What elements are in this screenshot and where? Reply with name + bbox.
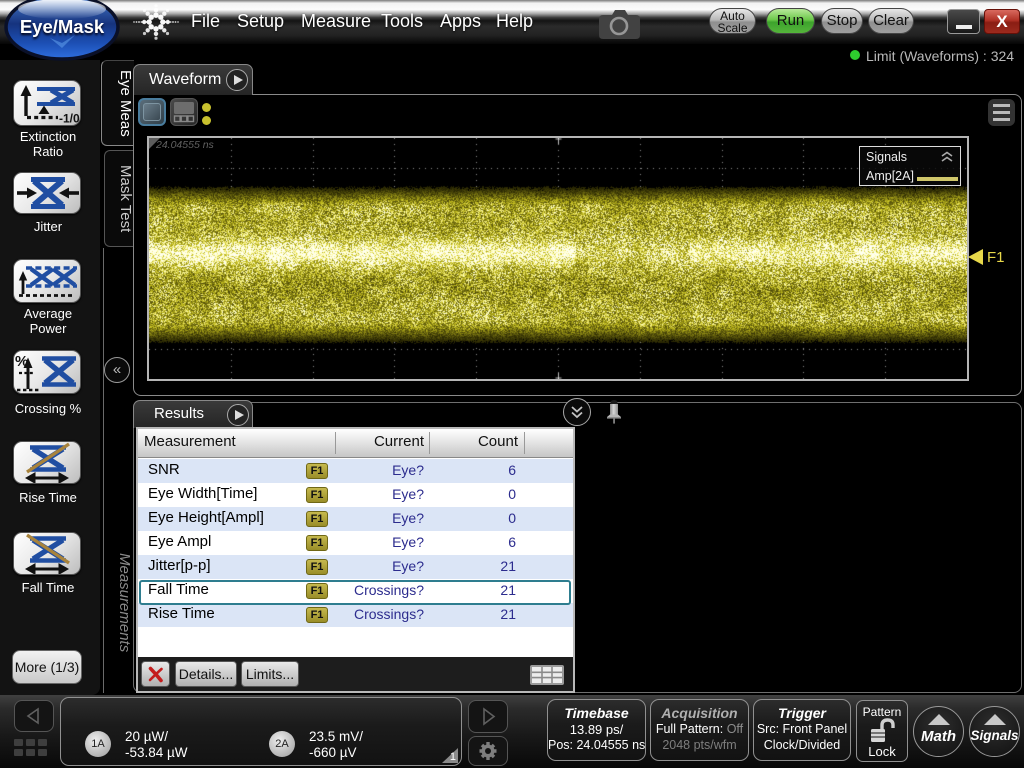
svg-text:-1/0: -1/0 xyxy=(59,112,80,126)
svg-text:Eye/Mask: Eye/Mask xyxy=(20,16,105,37)
